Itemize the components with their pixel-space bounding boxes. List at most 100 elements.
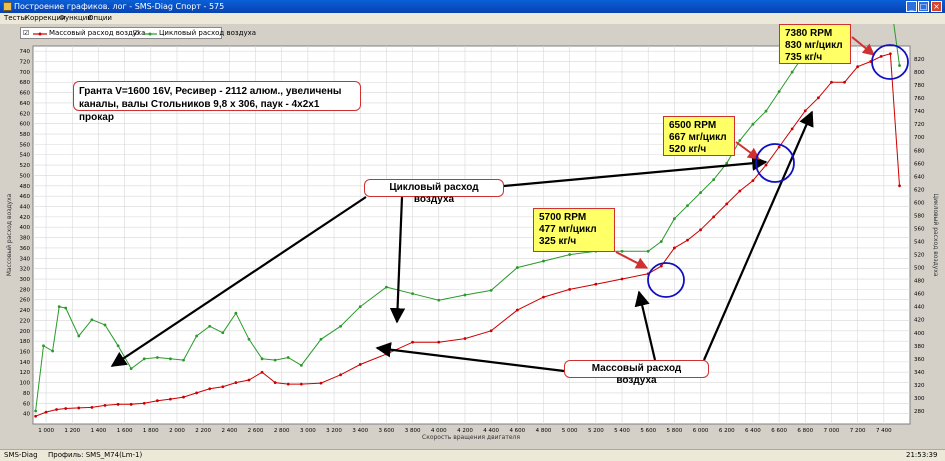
status-profile: Профиль: SMS_M74(Lm-1) [48,451,143,459]
data-point-mass [542,295,545,299]
y-tick-label: 200 [20,329,31,335]
x-tick-label: 7 000 [824,428,840,434]
x-tick-label: 3 800 [405,428,421,434]
x-tick-label: 3 200 [326,428,342,434]
data-point-mass [208,387,212,391]
y2-tick-label: 640 [914,174,925,180]
data-point-mass [672,246,676,250]
chart-legend: ☑ Массовый расход воздуха ☑ Цикловый рас… [20,27,256,39]
data-point-mass [659,264,663,268]
data-point-cycle [411,292,414,296]
x-tick-label: 6 400 [745,428,761,434]
data-point-mass [620,277,624,281]
data-point-mass [247,378,251,382]
data-point-mass [55,408,58,411]
menu-tests[interactable]: Тесты [4,13,26,24]
callout-7380: 7380 RPM 830 мг/цикл 735 кг/ч [779,24,851,64]
y-tick-label: 360 [20,246,31,252]
x-tick-label: 6 000 [693,428,709,434]
y2-tick-label: 420 [914,318,925,324]
y-tick-label: 740 [20,49,31,55]
data-point-cycle [247,337,251,341]
data-point-mass [169,397,172,401]
y-tick-label: 320 [20,267,31,273]
x-tick-label: 6 200 [719,428,735,434]
y-tick-label: 100 [20,381,31,387]
data-point-mass [77,406,81,410]
callout-5700: 5700 RPM 477 мг/цикл 325 кг/ч [533,208,615,252]
y2-tick-label: 580 [914,213,925,219]
data-point-cycle [34,409,38,413]
x-tick-label: 1 600 [117,428,133,434]
y2-tick-label: 680 [914,148,925,154]
close-button[interactable]: × [931,1,942,12]
y-tick-label: 120 [20,370,31,376]
data-point-cycle [182,358,185,362]
data-point-mass [777,145,781,149]
x-tick-label: 5 000 [562,428,578,434]
y-tick-label: 40 [23,412,30,418]
x-tick-label: 1 400 [91,428,107,434]
data-point-cycle [764,109,768,113]
data-point-cycle [339,324,343,328]
data-point-mass [103,403,107,407]
y-tick-label: 600 [20,122,31,128]
x-tick-label: 5 400 [614,428,630,434]
data-point-cycle [129,367,133,371]
y-tick-label: 680 [20,80,31,86]
y2-tick-label: 800 [914,70,925,76]
y2-tick-label: 820 [914,57,925,63]
data-point-mass [195,391,199,395]
minimize-button[interactable]: _ [906,1,917,12]
data-point-mass [463,337,467,340]
data-point-cycle [463,293,467,297]
legend-item-mass: Массовый расход воздуха [49,29,146,37]
data-point-mass [44,410,48,414]
data-point-mass [116,402,120,406]
x-tick-label: 1 200 [64,428,80,434]
y2-tick-label: 500 [914,266,925,272]
x-tick-label: 2 800 [274,428,290,434]
data-point-cycle [208,324,212,328]
y-tick-label: 140 [20,360,31,366]
menu-functions[interactable]: Функции [59,13,92,24]
data-point-mass [790,127,794,131]
maximize-button[interactable]: □ [918,1,929,12]
y2-tick-label: 560 [914,226,925,232]
data-point-mass [686,238,689,242]
legend-checkbox-mass[interactable]: ☑ [23,28,29,39]
y2-tick-label: 760 [914,96,925,102]
y2-tick-label: 740 [914,109,925,115]
data-point-mass [594,282,598,286]
x-tick-label: 5 600 [640,428,656,434]
data-point-mass [299,382,303,386]
data-point-cycle [42,344,45,348]
y-axis-label: Массовый расход воздуха [6,193,13,276]
y2-tick-label: 440 [914,305,925,311]
y-tick-label: 620 [20,111,31,117]
y-tick-label: 480 [20,184,31,190]
y-tick-label: 220 [20,318,31,324]
y2-tick-label: 780 [914,83,925,89]
data-point-cycle [64,306,68,310]
data-point-mass [568,287,572,291]
x-tick-label: 4 800 [536,428,552,434]
x-tick-label: 6 600 [771,428,787,434]
x-tick-label: 2 600 [248,428,264,434]
data-point-mass [319,381,323,385]
menu-options[interactable]: Опции [88,13,112,24]
status-bar: SMS-Diag Профиль: SMS_M74(Lm-1) 21:53:39 [0,449,945,461]
data-point-cycle [437,298,441,302]
data-point-mass [286,382,290,386]
data-point-cycle [659,240,663,243]
data-point-cycle [221,331,225,335]
data-point-mass [411,340,414,344]
callout-7380-cycle: 830 мг/цикл [785,40,843,51]
legend-checkbox-cycle[interactable]: ☑ [133,28,139,39]
data-point-cycle [790,70,794,74]
y2-tick-label: 700 [914,135,925,141]
callout-6500: 6500 RPM 667 мг/цикл 520 кг/ч [663,116,735,156]
data-point-cycle [686,204,689,208]
data-point-cycle [169,357,172,361]
y2-tick-label: 600 [914,200,925,206]
